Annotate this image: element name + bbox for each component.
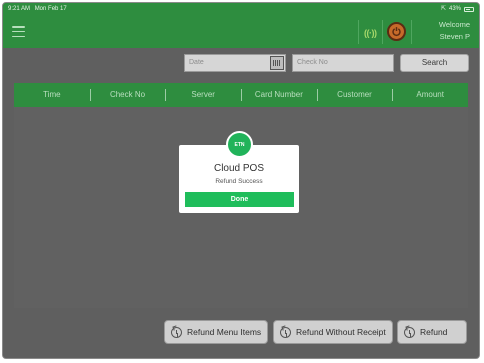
header-divider	[358, 20, 359, 44]
header-divider	[411, 20, 412, 44]
status-date: Mon Feb 17	[34, 6, 67, 12]
check-no-input[interactable]: Check No	[292, 54, 394, 72]
status-time: 9:21 AM	[8, 6, 31, 12]
refund-label: Refund	[420, 327, 448, 337]
status-right: ⇱ 43%	[441, 3, 474, 15]
refund-without-receipt-label: Refund Without Receipt	[296, 327, 386, 337]
header-divider	[382, 20, 383, 44]
welcome-block: Welcome Steven P	[414, 19, 470, 43]
refund-icon	[171, 326, 182, 338]
calendar-icon[interactable]	[270, 56, 284, 70]
power-icon	[392, 27, 401, 37]
search-button[interactable]: Search	[400, 54, 469, 72]
column-header-card-number[interactable]: Card Number	[241, 83, 317, 107]
refund-menu-items-label: Refund Menu Items	[187, 327, 262, 337]
refund-icon	[280, 326, 291, 338]
user-name: Steven P	[439, 32, 470, 41]
battery-percent: 43%	[448, 6, 461, 12]
column-header-time[interactable]: Time	[14, 83, 90, 107]
column-header-amount[interactable]: Amount	[392, 83, 468, 107]
app-logo-icon: ETN	[226, 131, 253, 158]
dialog-message: Refund Success	[215, 178, 263, 185]
table-header: Time Check No Server Card Number Custome…	[14, 83, 468, 107]
refund-icon	[404, 326, 415, 338]
refund-without-receipt-button[interactable]: Refund Without Receipt	[273, 320, 393, 344]
welcome-label: Welcome	[438, 20, 470, 29]
battery-icon	[464, 6, 474, 12]
wifi-status-icon: ⇱	[440, 6, 446, 12]
refund-menu-items-button[interactable]: Refund Menu Items	[164, 320, 269, 344]
column-header-check-no[interactable]: Check No	[89, 83, 166, 107]
power-button[interactable]	[387, 22, 406, 41]
column-header-server[interactable]: Server	[165, 83, 241, 107]
menu-icon[interactable]	[12, 26, 25, 37]
status-bar: 9:21 AM Mon Feb 17 ⇱ 43%	[3, 3, 479, 15]
wifi-signal-icon: ((·))	[364, 28, 377, 38]
column-header-customer[interactable]: Customer	[316, 83, 393, 107]
app-header: ((·)) Welcome Steven P	[3, 15, 479, 48]
refund-button[interactable]: Refund	[397, 320, 467, 344]
dialog-title: Cloud POS	[213, 163, 265, 174]
done-button[interactable]: Done	[185, 192, 294, 207]
